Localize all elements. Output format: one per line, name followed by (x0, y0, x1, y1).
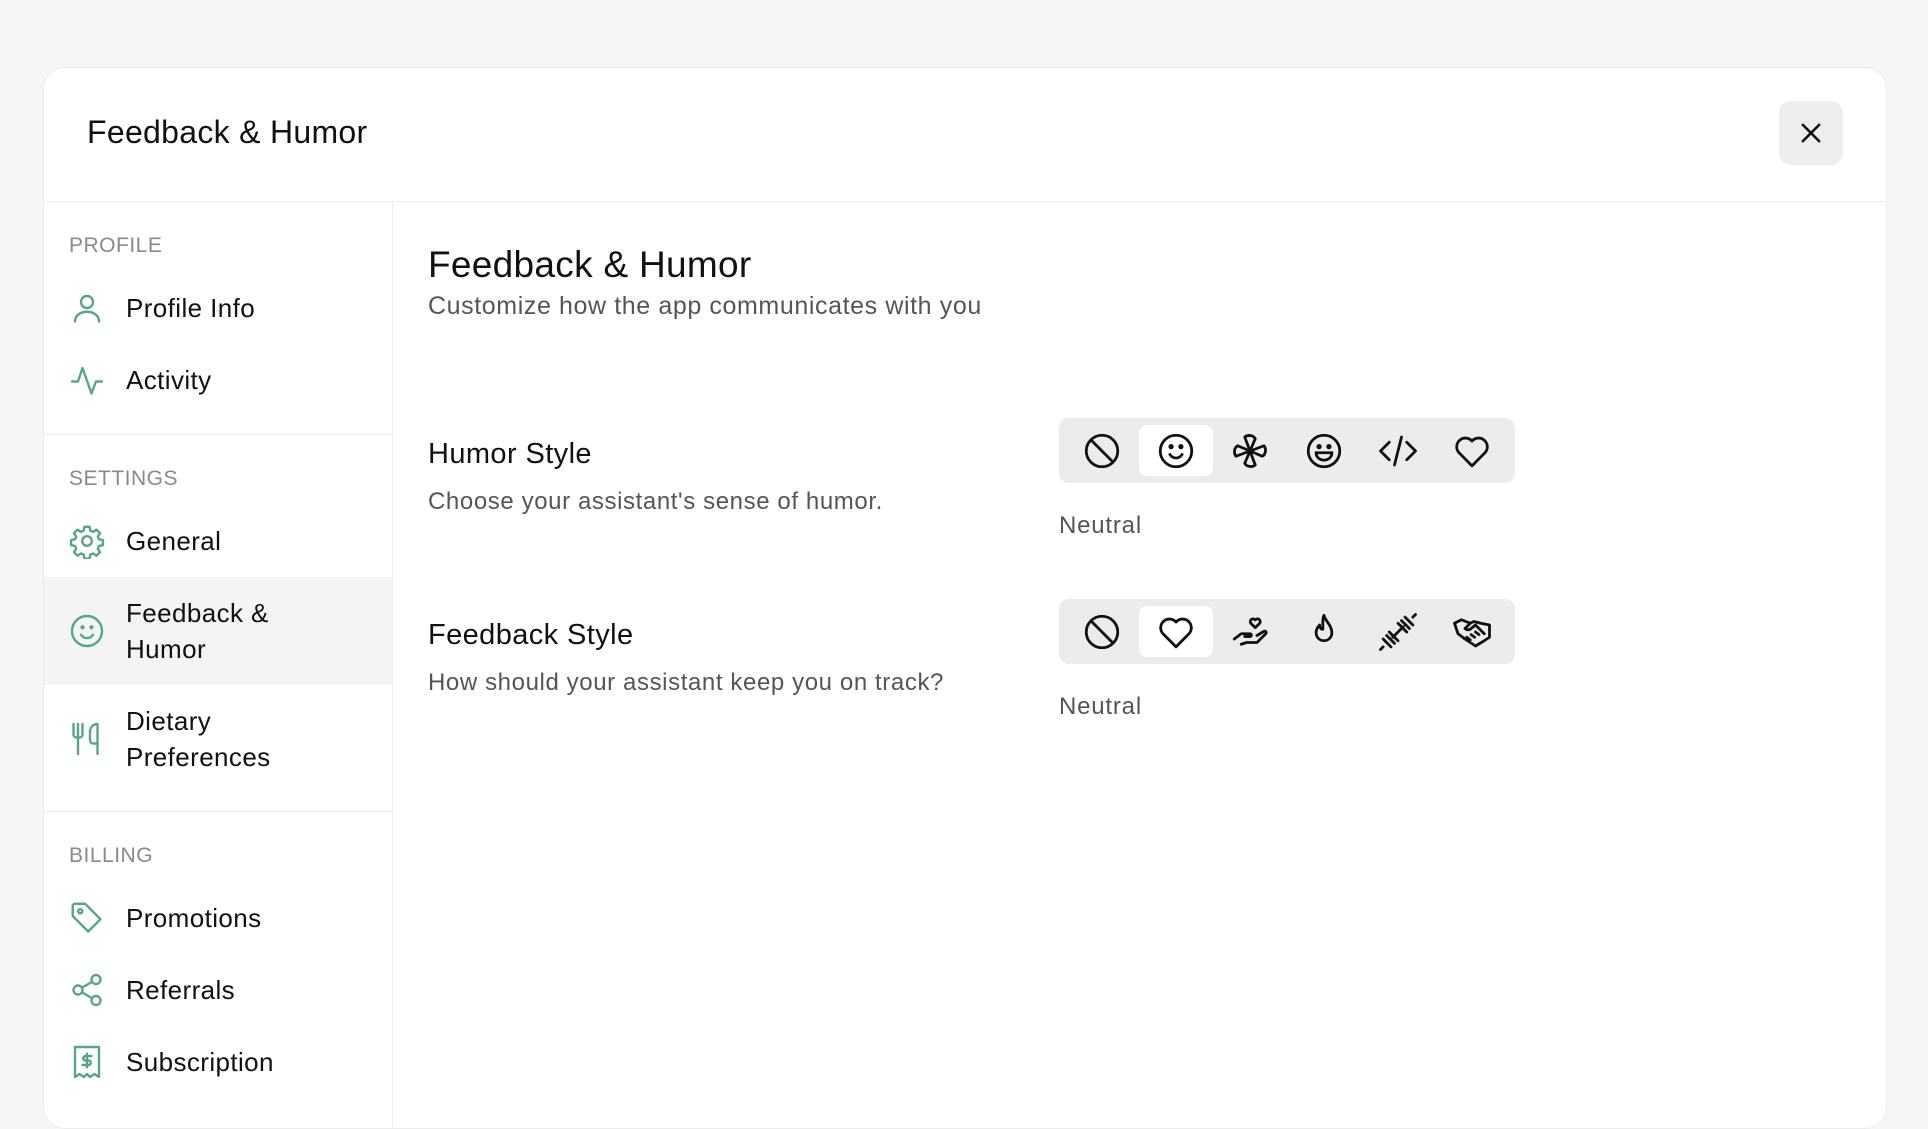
page-title: Feedback & Humor (428, 244, 752, 285)
sidebar-item-label: Referrals (126, 975, 236, 1005)
sidebar-item-general[interactable]: General (44, 505, 392, 577)
humor-style-selector (1059, 418, 1515, 483)
heart-icon (1159, 617, 1193, 648)
sidebar-item-label: Activity (126, 365, 212, 395)
feedback-option-neutral[interactable] (1139, 606, 1213, 657)
smile-icon (70, 614, 104, 648)
sidebar-item-label: General (126, 526, 222, 556)
flame-icon (1314, 613, 1334, 642)
section-label: PROFILE (69, 234, 163, 257)
humor-option-neutral[interactable] (1139, 425, 1213, 476)
setting-title: Humor Style (428, 438, 592, 470)
modal-header: Feedback & Humor (44, 68, 1886, 202)
humor-option-playful[interactable] (1287, 425, 1361, 476)
page-subtitle: Customize how the app communicates with … (428, 292, 982, 320)
sidebar-item-label: Subscription (126, 1047, 274, 1077)
feedback-style-selector (1059, 599, 1515, 664)
sidebar-item-label: Dietary Preferences (126, 706, 271, 772)
sidebar-item-feedback-humor[interactable]: Feedback & Humor (44, 577, 392, 685)
sidebar-item-dietary-preferences[interactable]: Dietary Preferences (44, 685, 392, 793)
setting-description: Choose your assistant's sense of humor. (428, 488, 883, 515)
setting-description: How should your assistant keep you on tr… (428, 669, 944, 696)
section-label: SETTINGS (69, 467, 179, 490)
gear-icon (69, 525, 105, 559)
user-icon (73, 294, 101, 323)
feedback-selected-caption: Neutral (1059, 693, 1142, 720)
humor-option-none[interactable] (1065, 425, 1139, 476)
sidebar-item-referrals[interactable]: Referrals (44, 954, 392, 1026)
settings-modal: Feedback & Humor PROFILE Profile Info Ac… (43, 67, 1887, 1129)
dumbbell-icon (1379, 612, 1417, 651)
feedback-option-none[interactable] (1065, 606, 1139, 657)
humor-option-warm[interactable] (1435, 425, 1509, 476)
sidebar-item-label: Promotions (126, 903, 262, 933)
sidebar: PROFILE Profile Info Activity SETTINGS G… (44, 202, 393, 1128)
hand-heart-icon (1232, 617, 1268, 646)
sidebar-item-label: Feedback & Humor (126, 598, 269, 664)
sidebar-section-profile: PROFILE Profile Info Activity (44, 202, 392, 435)
heart-icon (1455, 436, 1489, 467)
ban-icon (1084, 433, 1120, 468)
sidebar-item-label: Profile Info (126, 293, 256, 323)
section-label: BILLING (69, 844, 154, 867)
sidebar-section-settings: SETTINGS General Feedback & Humor Dietar… (44, 435, 392, 812)
code-icon (1379, 435, 1417, 466)
close-button[interactable] (1779, 101, 1843, 165)
sidebar-item-activity[interactable]: Activity (44, 344, 392, 416)
smile-icon (1158, 433, 1194, 468)
handshake-icon (1453, 617, 1491, 647)
humor-option-nerdy[interactable] (1361, 425, 1435, 476)
feedback-option-coach[interactable] (1361, 606, 1435, 657)
activity-icon (70, 366, 104, 395)
grin-icon (1306, 433, 1342, 468)
share-icon (72, 973, 102, 1007)
pinwheel-icon (1233, 433, 1267, 468)
sidebar-item-subscription[interactable]: Subscription (44, 1026, 392, 1098)
main-content: Feedback & Humor Customize how the app c… (428, 202, 1886, 1128)
sidebar-item-profile-info[interactable]: Profile Info (44, 272, 392, 344)
modal-title: Feedback & Humor (87, 114, 368, 150)
utensils-icon (72, 722, 99, 756)
humor-selected-caption: Neutral (1059, 512, 1142, 539)
sidebar-item-promotions[interactable]: Promotions (44, 882, 392, 954)
setting-title: Feedback Style (428, 619, 634, 651)
feedback-option-tough[interactable] (1287, 606, 1361, 657)
tag-icon (71, 902, 102, 933)
feedback-option-supportive[interactable] (1213, 606, 1287, 657)
feedback-option-partner[interactable] (1435, 606, 1509, 657)
sidebar-section-billing: BILLING Promotions Referrals Subscriptio… (44, 812, 392, 1116)
receipt-icon (73, 1045, 101, 1079)
close-icon (1801, 123, 1821, 143)
humor-option-quirky[interactable] (1213, 425, 1287, 476)
ban-icon (1084, 614, 1120, 649)
